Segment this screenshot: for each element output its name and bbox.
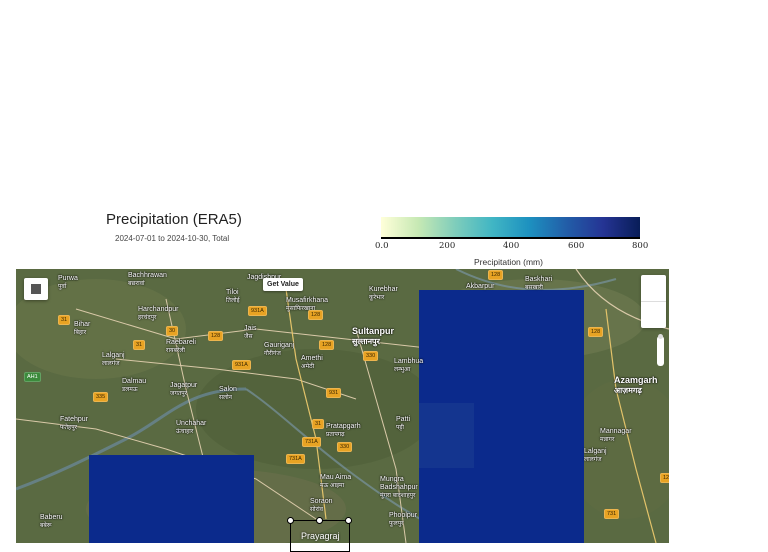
precip-cell (419, 403, 474, 468)
colorbar-tick-400: 400 (503, 241, 520, 251)
road-shield: 128 (660, 473, 669, 483)
road-shield: 128 (319, 340, 335, 350)
place-label: Dalmau डलमऊ (122, 378, 147, 393)
place-label: Jais जैस (244, 325, 257, 340)
place-label: Fatehpur फतेहपुर (60, 416, 89, 431)
place-label: Salon सलोन (219, 386, 237, 401)
selection-handle[interactable] (316, 517, 323, 524)
colorbar-tick-200: 200 (439, 241, 456, 251)
road-shield: 731A (302, 437, 321, 447)
place-label: Bachhrawan बछरावां (128, 272, 167, 287)
road-shield: 931 (326, 388, 342, 398)
place-label: Patti पट्टी (396, 416, 411, 431)
precip-cell (89, 455, 254, 543)
zoom-in-button[interactable] (641, 275, 666, 301)
road-shield: 128 (588, 327, 604, 337)
map-view[interactable]: Purwa पुर्वा Bachhrawan बछरावां Tiloi तिलोई… (16, 269, 669, 543)
road-shield: 731 (604, 509, 620, 519)
colorbar-tick-800: 800 (632, 241, 649, 251)
zoom-control (641, 275, 666, 328)
road-shield: 31 (312, 419, 325, 429)
place-label: Jagatpur जगतपुर (170, 382, 198, 397)
place-label: Baskhari बसखारी (525, 276, 553, 291)
place-label: Harchandpur हरचंदपुर (138, 306, 179, 321)
place-label: Azamgarh आज़मगढ़ (614, 375, 658, 395)
place-label: Pratapgarh प्रतापगढ़ (326, 423, 361, 438)
selection-label: Prayagraj (301, 531, 340, 541)
road-shield: 31 (58, 315, 71, 325)
place-label: Lambhua लम्भुआ (394, 358, 424, 373)
place-label: Mungra Badshahpur मुंगरा बादशाहपुर (380, 476, 418, 499)
selection-handle[interactable] (287, 517, 294, 524)
road-shield: 31 (133, 340, 146, 350)
road-shield: 128 (488, 270, 504, 280)
colorbar-tick-600: 600 (568, 241, 585, 251)
zoom-out-button[interactable] (641, 302, 666, 328)
selection-handle[interactable] (345, 517, 352, 524)
place-label: Soraon सोरांव (310, 498, 333, 513)
road-shield: 128 (308, 310, 324, 320)
road-shield: 330 (337, 442, 353, 452)
place-label: Akbarpur (466, 283, 495, 290)
place-label: Phoolpur फूलपुर (389, 512, 418, 527)
chart-title: Precipitation (ERA5) (106, 211, 242, 228)
place-label: Amethi अमेठी (301, 355, 323, 370)
stop-icon (31, 284, 41, 294)
place-label: Kurebhar कूरेभार (369, 286, 398, 301)
colorbar-tick-0: 0.0 (375, 241, 389, 251)
road-shield: 731A (286, 454, 305, 464)
place-label: Lalganj लालगंज (102, 352, 125, 367)
place-label: Bihar बिहार (74, 321, 91, 336)
place-label: Purwa पुर्वा (58, 275, 78, 290)
pegman-icon[interactable] (657, 334, 664, 366)
selection-rectangle[interactable]: Prayagraj (290, 520, 350, 552)
road-shield: 931A (232, 360, 251, 370)
place-label: Unchahar ऊंचाहार (176, 420, 207, 435)
place-label: Gauriganj गौरीगंज (264, 342, 295, 357)
get-value-button[interactable]: Get Value (263, 278, 303, 291)
place-label: Baberu बबेरू (40, 514, 63, 529)
road-shield: 330 (363, 351, 379, 361)
stop-drawing-button[interactable] (24, 278, 48, 300)
chart-subtitle: 2024-07-01 to 2024-10-30, Total (115, 234, 230, 243)
colorbar (381, 217, 640, 237)
place-label: Sultanpur सुल्तानपुर (352, 326, 394, 346)
road-shield: 128 (208, 331, 224, 341)
colorbar-label: Precipitation (mm) (474, 257, 543, 267)
place-label: Lalganj लालगंज (584, 448, 607, 463)
road-shield: 335 (93, 392, 109, 402)
place-label: Mannagar मन्नागर (600, 428, 632, 443)
road-shield: 30 (166, 326, 179, 336)
place-label: Tiloi तिलोई (226, 289, 240, 304)
place-label: Mau Aima मऊ आइमा (320, 474, 352, 489)
place-label: Raebareli रायबरेली (166, 339, 196, 354)
colorbar-axis (381, 237, 640, 239)
road-shield: AH1 (24, 372, 41, 382)
road-shield: 931A (248, 306, 267, 316)
